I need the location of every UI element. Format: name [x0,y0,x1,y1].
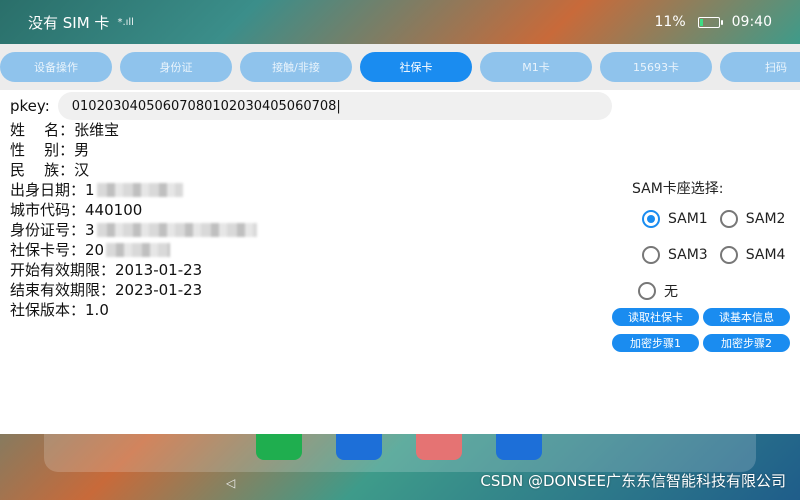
battery-icon [697,16,723,28]
radio-none[interactable]: 无 [638,281,678,301]
app-window: 设备操作 身份证 接触/非接 社保卡 M1卡 15693卡 扫码 pkey: 0… [0,44,800,434]
encrypt-step1-button[interactable]: 加密步骤1 [612,334,699,352]
radio-unchecked-icon [638,282,656,300]
watermark: CSDN @DONSEE广东东信智能科技有限公司 [480,472,786,490]
radio-checked-icon [642,210,660,228]
radio-unchecked-icon [719,246,738,264]
tab-scan[interactable]: 扫码 [720,52,800,82]
radio-sam4[interactable]: SAM4 [719,246,785,264]
redacted-id-number [96,223,257,237]
info-row-birthdate: 出身日期： 1 [10,180,257,200]
sam-title: SAM卡座选择: [632,181,724,197]
info-row-id-number: 身份证号： 3 [10,220,257,240]
back-icon[interactable]: ◁ [226,476,235,490]
dock-app-icon [416,434,462,460]
read-ss-card-button[interactable]: 读取社保卡 [612,308,699,326]
radio-unchecked-icon [719,210,738,228]
clock: 09:40 [731,14,772,30]
pkey-label: pkey: [10,97,50,115]
redacted-ss-number [106,243,171,257]
pkey-input[interactable]: 0102030405060708010203040506070​8 | [57,92,612,120]
radio-unchecked-icon [642,246,660,264]
pkey-row: pkey: 0102030405060708010203040506070​8 | [10,92,612,120]
tab-15693-card[interactable]: 15693卡 [600,52,712,82]
info-row-ss-number: 社保卡号： 20 [10,240,257,260]
tab-device-ops[interactable]: 设备操作 [0,52,112,82]
radio-sam3[interactable]: SAM3 [642,246,708,264]
info-row-city-code: 城市代码： 440100 [10,201,143,219]
signal-icon: *.ıll [117,16,134,28]
info-row-version: 社保版本： 1.0 [10,301,109,319]
encrypt-step2-button[interactable]: 加密步骤2 [703,334,790,352]
info-row-name: 姓 名： 张维宝 [10,121,120,139]
info-row-gender: 性 别：男 [10,141,90,159]
status-bar: 没有 SIM 卡 *.ıll 11% 09:40 [0,0,800,44]
tab-id-card[interactable]: 身份证 [120,52,232,82]
carrier-text: 没有 SIM 卡 [28,13,110,32]
card-info: 姓 名： 张维宝 性 别：男 民 族：汉 出身日期： 1 城市代码： 440100 身… [10,120,257,320]
pkey-value: 0102030405060708010203040506070​8 [71,98,337,114]
tab-m1-card[interactable]: M1卡 [480,52,592,82]
dock-app-icon [496,434,542,460]
radio-sam1[interactable]: SAM1 [642,210,708,228]
tab-bar: 设备操作 身份证 接触/非接 社保卡 M1卡 15693卡 扫码 [0,44,800,90]
dock-app-icon [336,434,382,460]
tab-contact-contactless[interactable]: 接触/非接 [240,52,352,82]
radio-sam2[interactable]: SAM2 [719,210,785,228]
dock-app-icon [256,434,302,460]
battery-percent: 11% [654,14,686,30]
sam-panel: SAM卡座选择: SAM1 SAM2 SAM3 SAM4 无 读取社保卡 读基本… [612,178,798,360]
info-row-valid-from: 开始有效期限： 2013-01-23 [10,261,203,279]
redacted-birthdate [96,183,183,197]
tab-social-security[interactable]: 社保卡 [360,52,472,82]
info-row-ethnicity: 民 族：汉 [10,161,90,179]
info-row-valid-to: 结束有效期限： 2023-01-23 [10,281,203,299]
read-basic-info-button[interactable]: 读基本信息 [703,308,790,326]
